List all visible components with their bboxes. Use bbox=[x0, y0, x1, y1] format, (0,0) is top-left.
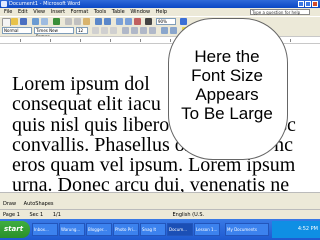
word-icon bbox=[1, 1, 7, 7]
status-language: English (U.S. bbox=[172, 212, 205, 218]
drawing-icon[interactable] bbox=[134, 18, 141, 25]
taskbar-item[interactable]: Snag It bbox=[140, 223, 166, 236]
menu-tools[interactable]: Tools bbox=[94, 9, 106, 15]
callout-line: Here the bbox=[194, 47, 260, 66]
style-select[interactable]: Normal bbox=[2, 27, 32, 34]
minimize-button[interactable] bbox=[298, 1, 304, 7]
taskbar: start Inbox... Warung... Blogger... Phot… bbox=[0, 219, 320, 240]
drawing-toolbar: Draw AutoShapes bbox=[0, 199, 320, 209]
document-line: Lorem ipsum dol bbox=[12, 73, 150, 95]
taskbar-item[interactable]: Docum... bbox=[167, 223, 193, 236]
underline-icon[interactable] bbox=[110, 27, 117, 34]
standard-toolbar: 90% bbox=[0, 16, 320, 26]
taskbar-item[interactable]: Warung... bbox=[59, 223, 85, 236]
status-section: Sec 1 bbox=[29, 212, 44, 218]
print-preview-icon[interactable] bbox=[41, 18, 48, 25]
bullets-icon[interactable] bbox=[170, 27, 177, 34]
horizontal-scrollbar[interactable] bbox=[0, 192, 320, 199]
menu-edit[interactable]: Edit bbox=[18, 9, 28, 15]
taskbar-item[interactable]: Inbox... bbox=[32, 223, 58, 236]
zoom-select[interactable]: 90% bbox=[156, 18, 176, 25]
callout-text: Here the Font Size Appears To Be Large bbox=[168, 47, 286, 123]
show-hide-icon[interactable] bbox=[145, 18, 152, 25]
copy-icon[interactable] bbox=[74, 18, 81, 25]
close-button[interactable] bbox=[312, 1, 318, 7]
undo-icon[interactable] bbox=[95, 18, 102, 25]
taskbar-item[interactable]: Photo Pri... bbox=[113, 223, 139, 236]
spelling-icon[interactable] bbox=[53, 18, 60, 25]
menu-table[interactable]: Table bbox=[112, 9, 125, 15]
menu-bar: File Edit View Insert Format Tools Table… bbox=[0, 8, 320, 16]
menu-file[interactable]: File bbox=[4, 9, 12, 15]
taskbar-item[interactable]: Lesson 1... bbox=[194, 223, 220, 236]
document-line: urna. Donec arcu dui, venenatis ne bbox=[12, 174, 290, 192]
help-search-input[interactable]: Type a question for help bbox=[250, 9, 310, 15]
redo-icon[interactable] bbox=[104, 18, 111, 25]
menu-help[interactable]: Help bbox=[156, 9, 167, 15]
paste-icon[interactable] bbox=[83, 18, 90, 25]
menu-window[interactable]: Window bbox=[130, 9, 150, 15]
italic-icon[interactable] bbox=[101, 27, 108, 34]
status-pages: 1/1 bbox=[52, 212, 61, 218]
menu-insert[interactable]: Insert bbox=[51, 9, 65, 15]
document-line: consequat elit iacu bbox=[12, 93, 161, 115]
callout-line: Appears bbox=[195, 85, 259, 104]
numbering-icon[interactable] bbox=[161, 27, 168, 34]
insert-table-icon[interactable] bbox=[116, 18, 123, 25]
menu-format[interactable]: Format bbox=[71, 9, 89, 15]
open-folder-icon[interactable] bbox=[11, 18, 18, 25]
draw-menu[interactable]: Draw bbox=[3, 201, 16, 207]
menu-view[interactable]: View bbox=[33, 9, 45, 15]
callout-line: To Be Large bbox=[181, 104, 273, 123]
status-bar: Page 1 Sec 1 1/1 English (U.S. bbox=[0, 209, 320, 219]
my-documents-toolbar[interactable]: My Documents bbox=[225, 223, 269, 236]
justify-icon[interactable] bbox=[149, 27, 156, 34]
window-title: Document1 - Microsoft Word bbox=[9, 1, 81, 7]
align-center-icon[interactable] bbox=[131, 27, 138, 34]
taskbar-item[interactable]: Blogger... bbox=[86, 223, 112, 236]
new-document-icon[interactable] bbox=[2, 18, 11, 26]
align-left-icon[interactable] bbox=[122, 27, 129, 34]
clock: 4:52 PM bbox=[272, 221, 320, 238]
maximize-button[interactable] bbox=[305, 1, 311, 7]
cut-icon[interactable] bbox=[65, 18, 72, 25]
help-icon[interactable] bbox=[180, 18, 187, 25]
font-size-select[interactable]: 12 bbox=[76, 27, 88, 34]
callout-line: Font Size bbox=[191, 66, 263, 85]
bold-icon[interactable] bbox=[92, 27, 99, 34]
print-icon[interactable] bbox=[32, 18, 39, 25]
align-right-icon[interactable] bbox=[140, 27, 147, 34]
columns-icon[interactable] bbox=[125, 18, 132, 25]
autoshapes-menu[interactable]: AutoShapes bbox=[24, 201, 54, 207]
font-select[interactable]: Times New Roman bbox=[34, 27, 74, 36]
title-bar: Document1 - Microsoft Word bbox=[0, 0, 320, 8]
start-button[interactable]: start bbox=[0, 221, 30, 238]
status-page: Page 1 bbox=[3, 212, 20, 218]
save-icon[interactable] bbox=[20, 18, 27, 25]
